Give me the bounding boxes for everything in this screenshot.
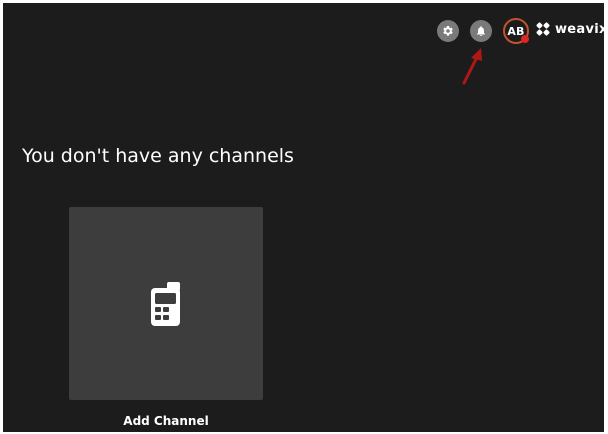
add-channel-card[interactable]: [69, 207, 263, 400]
radio-device-icon: [151, 281, 180, 326]
page-title: You don't have any channels: [22, 145, 294, 167]
bell-icon: [477, 26, 485, 36]
user-avatar[interactable]: AB: [503, 18, 529, 44]
settings-button[interactable]: [437, 20, 459, 42]
add-channel-label[interactable]: Add Channel: [69, 413, 263, 429]
brand-logo: weavix: [535, 21, 604, 37]
annotation-arrow-icon: [462, 48, 482, 85]
weavix-logo-icon: [536, 22, 550, 36]
notifications-button[interactable]: [470, 20, 492, 42]
brand-name: weavix: [555, 21, 604, 37]
status-dot: [521, 35, 529, 43]
app-window: AB weavix You don't have any channels Ad…: [3, 3, 604, 432]
gear-icon: [443, 25, 453, 36]
